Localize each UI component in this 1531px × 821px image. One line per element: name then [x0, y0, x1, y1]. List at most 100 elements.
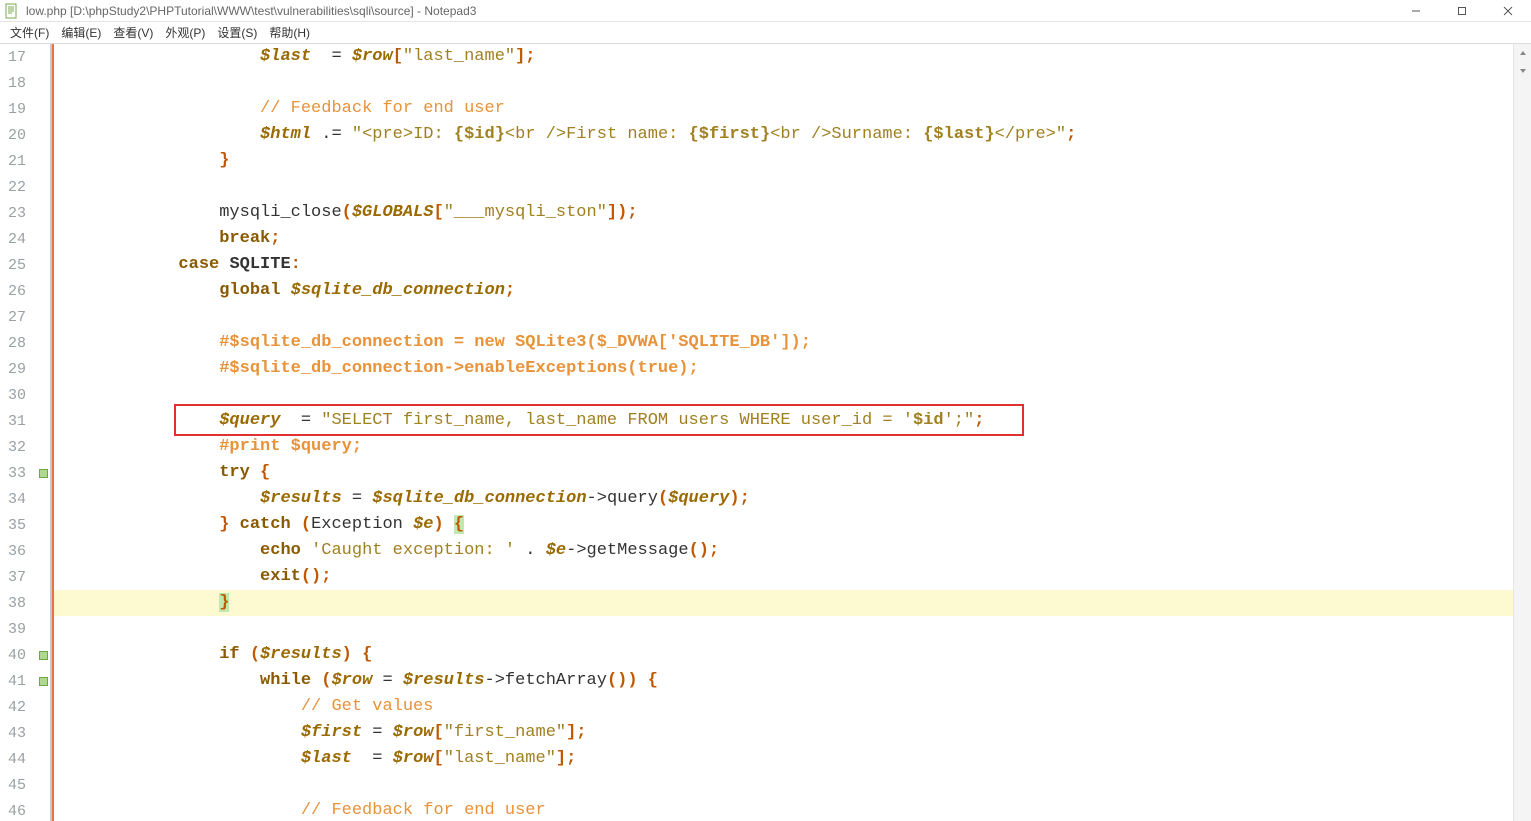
- line-number: 44: [0, 751, 36, 768]
- line-number: 33: [0, 465, 36, 482]
- menu-help[interactable]: 帮助(H): [263, 22, 316, 43]
- fold-column[interactable]: [36, 330, 50, 356]
- menu-file[interactable]: 文件(F): [4, 22, 55, 43]
- gutter-row: 20: [0, 122, 50, 148]
- code-line[interactable]: [54, 382, 1531, 408]
- code-line[interactable]: $html .= "<pre>ID: {$id}<br />First name…: [54, 122, 1531, 148]
- fold-column[interactable]: [36, 564, 50, 590]
- vertical-scrollbar[interactable]: [1513, 44, 1531, 821]
- fold-column[interactable]: [36, 434, 50, 460]
- code-line[interactable]: break;: [54, 226, 1531, 252]
- code-line[interactable]: #$sqlite_db_connection->enableExceptions…: [54, 356, 1531, 382]
- code-line[interactable]: $results = $sqlite_db_connection->query(…: [54, 486, 1531, 512]
- fold-column[interactable]: [36, 538, 50, 564]
- fold-column[interactable]: [36, 226, 50, 252]
- gutter-row: 46: [0, 798, 50, 821]
- gutter-row: 21: [0, 148, 50, 174]
- code-line[interactable]: }: [54, 590, 1531, 616]
- fold-column[interactable]: [36, 746, 50, 772]
- code-line[interactable]: global $sqlite_db_connection;: [54, 278, 1531, 304]
- fold-column[interactable]: [36, 252, 50, 278]
- line-number: 39: [0, 621, 36, 638]
- code-line[interactable]: // Feedback for end user: [54, 798, 1531, 821]
- fold-column[interactable]: [36, 486, 50, 512]
- scroll-down-button[interactable]: [1514, 62, 1531, 80]
- code-line[interactable]: $query = "SELECT first_name, last_name F…: [54, 408, 1531, 434]
- fold-column[interactable]: [36, 148, 50, 174]
- line-number: 36: [0, 543, 36, 560]
- line-number: 29: [0, 361, 36, 378]
- fold-column[interactable]: [36, 304, 50, 330]
- fold-column[interactable]: [36, 200, 50, 226]
- close-button[interactable]: [1485, 0, 1531, 22]
- code-line[interactable]: // Feedback for end user: [54, 96, 1531, 122]
- app-icon: [4, 3, 20, 19]
- fold-column[interactable]: [36, 96, 50, 122]
- fold-column[interactable]: [36, 122, 50, 148]
- fold-column[interactable]: [36, 408, 50, 434]
- code-line[interactable]: mysqli_close($GLOBALS["___mysqli_ston"])…: [54, 200, 1531, 226]
- code-line[interactable]: #print $query;: [54, 434, 1531, 460]
- gutter-row: 23: [0, 200, 50, 226]
- line-number: 32: [0, 439, 36, 456]
- line-number: 30: [0, 387, 36, 404]
- fold-column[interactable]: [36, 70, 50, 96]
- code-line[interactable]: while ($row = $results->fetchArray()) {: [54, 668, 1531, 694]
- fold-marker-icon[interactable]: [39, 469, 48, 478]
- gutter-row: 43: [0, 720, 50, 746]
- menu-appearance[interactable]: 外观(P): [159, 22, 211, 43]
- code-line[interactable]: [54, 772, 1531, 798]
- line-number: 22: [0, 179, 36, 196]
- gutter: 1718192021222324252627282930313233343536…: [0, 44, 50, 821]
- code-line[interactable]: case SQLITE:: [54, 252, 1531, 278]
- code-line[interactable]: exit();: [54, 564, 1531, 590]
- code-line[interactable]: } catch (Exception $e) {: [54, 512, 1531, 538]
- fold-column[interactable]: [36, 668, 50, 694]
- code-line[interactable]: // Get values: [54, 694, 1531, 720]
- fold-column[interactable]: [36, 382, 50, 408]
- gutter-row: 35: [0, 512, 50, 538]
- line-number: 19: [0, 101, 36, 118]
- gutter-row: 31: [0, 408, 50, 434]
- code-line[interactable]: [54, 304, 1531, 330]
- fold-column[interactable]: [36, 642, 50, 668]
- fold-column[interactable]: [36, 720, 50, 746]
- fold-column[interactable]: [36, 512, 50, 538]
- code-line[interactable]: try {: [54, 460, 1531, 486]
- fold-marker-icon[interactable]: [39, 651, 48, 660]
- fold-column[interactable]: [36, 356, 50, 382]
- fold-column[interactable]: [36, 616, 50, 642]
- fold-column[interactable]: [36, 44, 50, 70]
- menu-edit[interactable]: 编辑(E): [55, 22, 107, 43]
- gutter-row: 17: [0, 44, 50, 70]
- maximize-button[interactable]: [1439, 0, 1485, 22]
- code-line[interactable]: }: [54, 148, 1531, 174]
- fold-column[interactable]: [36, 278, 50, 304]
- line-number: 17: [0, 49, 36, 66]
- code-line[interactable]: if ($results) {: [54, 642, 1531, 668]
- code-line[interactable]: $last = $row["last_name"];: [54, 746, 1531, 772]
- code-area[interactable]: $last = $row["last_name"]; // Feedback f…: [54, 44, 1531, 821]
- minimize-button[interactable]: [1393, 0, 1439, 22]
- fold-column[interactable]: [36, 694, 50, 720]
- fold-column[interactable]: [36, 174, 50, 200]
- code-line[interactable]: [54, 616, 1531, 642]
- fold-column[interactable]: [36, 772, 50, 798]
- code-line[interactable]: [54, 174, 1531, 200]
- menu-view[interactable]: 查看(V): [107, 22, 159, 43]
- code-line[interactable]: $first = $row["first_name"];: [54, 720, 1531, 746]
- scroll-up-button[interactable]: [1514, 44, 1531, 62]
- gutter-row: 30: [0, 382, 50, 408]
- fold-column[interactable]: [36, 590, 50, 616]
- gutter-row: 39: [0, 616, 50, 642]
- code-line[interactable]: [54, 70, 1531, 96]
- gutter-row: 18: [0, 70, 50, 96]
- gutter-row: 45: [0, 772, 50, 798]
- code-line[interactable]: $last = $row["last_name"];: [54, 44, 1531, 70]
- menu-settings[interactable]: 设置(S): [211, 22, 263, 43]
- fold-column[interactable]: [36, 460, 50, 486]
- fold-column[interactable]: [36, 798, 50, 821]
- code-line[interactable]: echo 'Caught exception: ' . $e->getMessa…: [54, 538, 1531, 564]
- fold-marker-icon[interactable]: [39, 677, 48, 686]
- code-line[interactable]: #$sqlite_db_connection = new SQLite3($_D…: [54, 330, 1531, 356]
